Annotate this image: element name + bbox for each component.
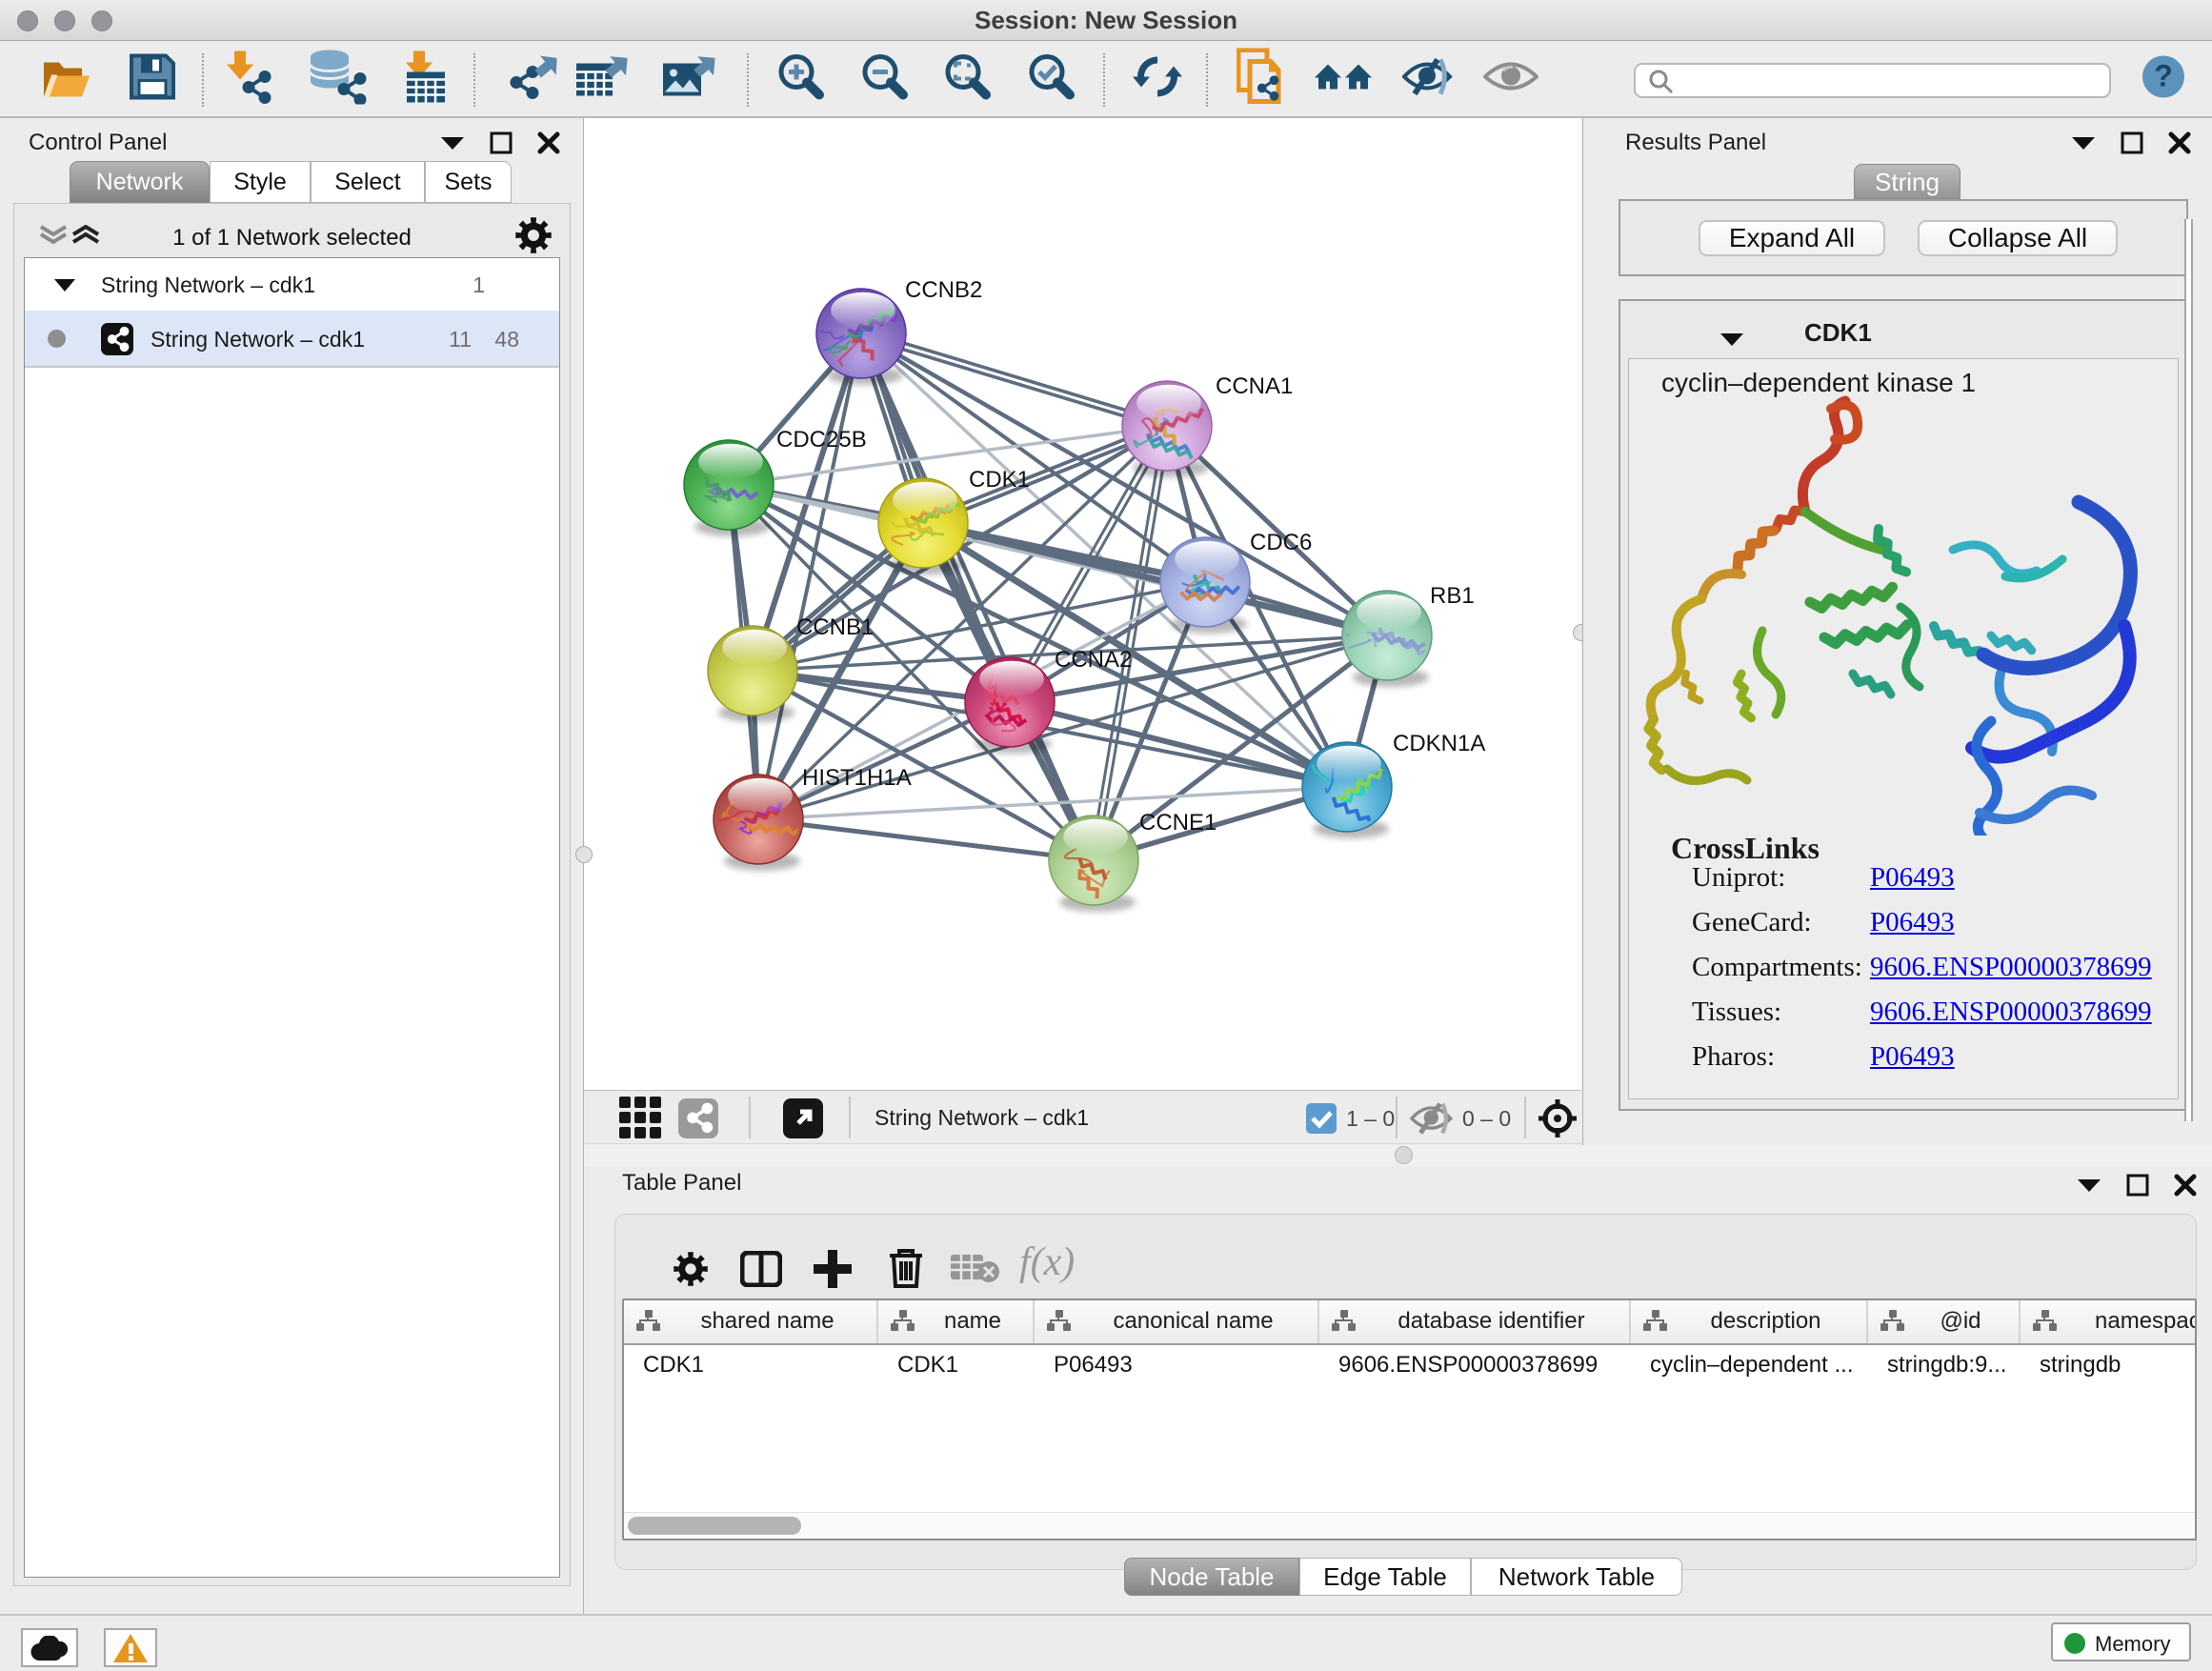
- svg-text:CCNA2: CCNA2: [1055, 647, 1132, 673]
- svg-text:CCNB1: CCNB1: [796, 614, 874, 640]
- svg-text:CDKN1A: CDKN1A: [1393, 731, 1485, 756]
- svg-text:RB1: RB1: [1430, 583, 1475, 609]
- svg-text:?: ?: [2154, 59, 2173, 93]
- svg-text:CCNA1: CCNA1: [1216, 373, 1293, 399]
- svg-text:CDK1: CDK1: [969, 467, 1030, 493]
- svg-text:CCNB2: CCNB2: [905, 277, 982, 303]
- svg-text:CDC6: CDC6: [1250, 530, 1312, 555]
- svg-text:CCNE1: CCNE1: [1139, 810, 1217, 836]
- svg-text:HIST1H1A: HIST1H1A: [802, 765, 912, 791]
- svg-text:CDC25B: CDC25B: [776, 427, 867, 453]
